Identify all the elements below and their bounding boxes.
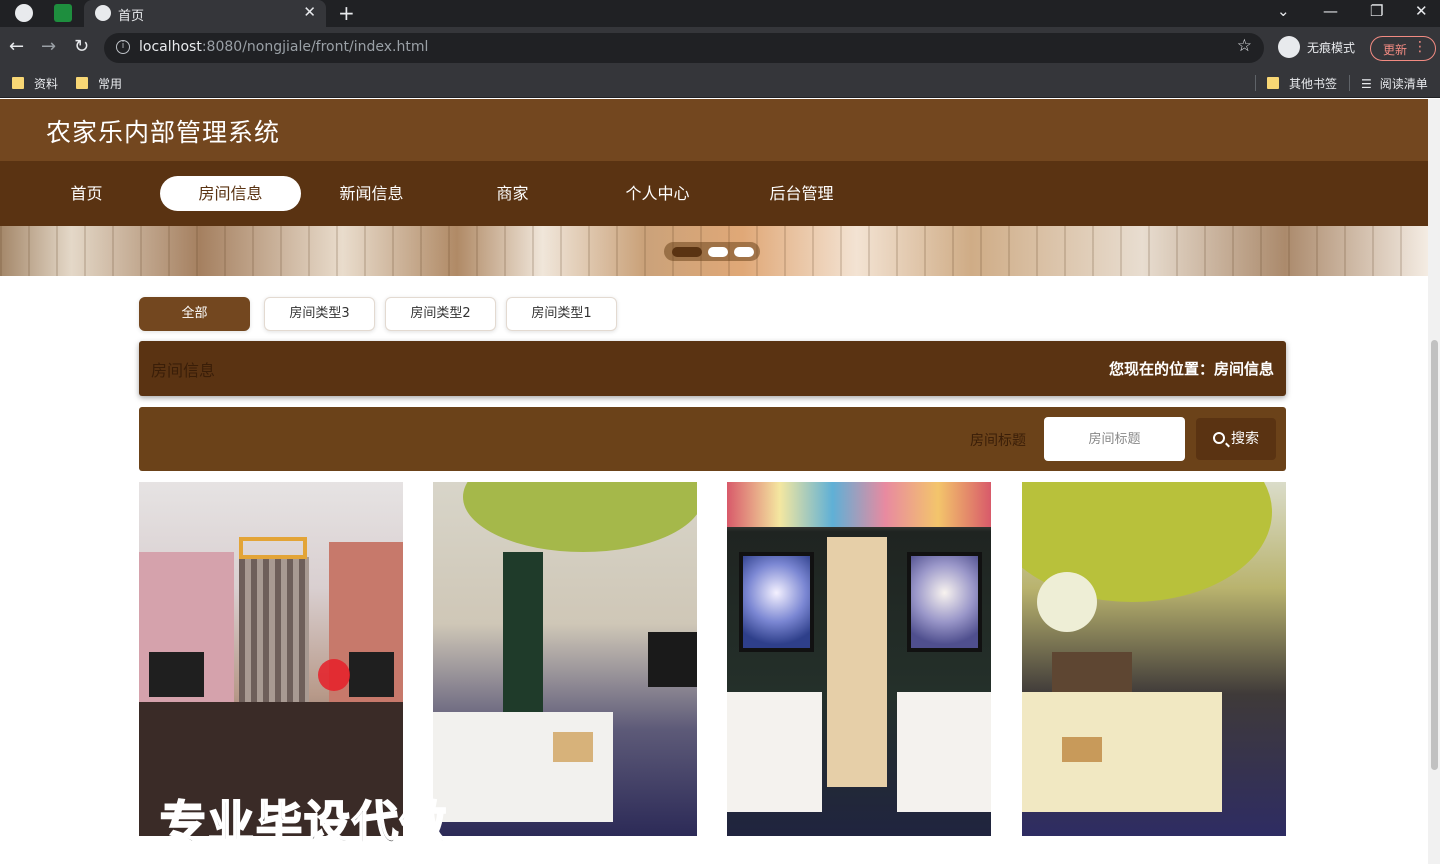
room-image-curtain bbox=[239, 557, 309, 717]
carousel-dot[interactable] bbox=[708, 247, 728, 257]
bookmark-folder[interactable]: 资料 bbox=[12, 75, 58, 92]
watermark-text: 专业毕设代做 bbox=[159, 795, 448, 851]
room-image-tv bbox=[648, 632, 697, 687]
bookmarks-bar: 资料 常用 其他书签 ☰ 阅读清单 bbox=[0, 69, 1440, 98]
main-nav: 首页 房间信息 新闻信息 商家 个人中心 后台管理 bbox=[0, 161, 1428, 226]
filter-type-3[interactable]: 房间类型3 bbox=[264, 297, 375, 331]
close-window-icon[interactable]: ✕ bbox=[1415, 2, 1428, 20]
back-icon[interactable]: ← bbox=[9, 36, 24, 57]
nav-rooms[interactable]: 房间信息 bbox=[160, 176, 301, 211]
room-card[interactable] bbox=[433, 482, 697, 836]
folder-icon bbox=[1267, 77, 1279, 89]
folder-icon bbox=[76, 77, 88, 89]
address-bar: ← → ↻ i localhost:8080/nongjiale/front/i… bbox=[0, 27, 1440, 69]
room-card[interactable] bbox=[727, 482, 991, 836]
scrollbar-thumb[interactable] bbox=[1431, 340, 1438, 770]
other-bookmarks[interactable]: 其他书签 bbox=[1267, 75, 1337, 92]
room-card[interactable] bbox=[139, 482, 403, 836]
site-info-icon[interactable]: i bbox=[116, 40, 130, 54]
current-location: 您现在的位置：房间信息 bbox=[1108, 360, 1274, 378]
nav-home[interactable]: 首页 bbox=[16, 176, 157, 211]
search-input[interactable] bbox=[1044, 417, 1185, 461]
breadcrumb: 房间信息 您现在的位置：房间信息 bbox=[139, 341, 1286, 396]
site-header: 农家乐内部管理系统 bbox=[0, 99, 1428, 161]
filter-all[interactable]: 全部 bbox=[139, 297, 250, 331]
incognito-label: 无痕模式 bbox=[1307, 41, 1356, 55]
room-image-bed-right bbox=[897, 692, 991, 812]
web-page: 农家乐内部管理系统 首页 房间信息 新闻信息 商家 个人中心 后台管理 全部 房… bbox=[0, 99, 1428, 864]
bookmark-label: 阅读清单 bbox=[1379, 77, 1428, 91]
bookmark-label: 其他书签 bbox=[1289, 77, 1338, 91]
search-label: 房间标题 bbox=[970, 433, 1026, 449]
section-title: 房间信息 bbox=[151, 361, 216, 380]
filter-type-1[interactable]: 房间类型1 bbox=[506, 297, 617, 331]
bookmark-divider bbox=[1349, 75, 1350, 91]
room-card[interactable] bbox=[1022, 482, 1286, 836]
reading-list[interactable]: ☰ 阅读清单 bbox=[1361, 75, 1428, 92]
room-image-bed bbox=[433, 712, 613, 822]
reading-list-icon: ☰ bbox=[1361, 77, 1372, 91]
bookmark-label: 常用 bbox=[98, 77, 123, 91]
menu-dots-icon: ⋮ bbox=[1413, 39, 1427, 55]
mouse-click-indicator bbox=[318, 659, 350, 691]
forward-icon[interactable]: → bbox=[41, 36, 56, 57]
folder-icon bbox=[12, 77, 24, 89]
browser-tab-active[interactable]: 首页 ✕ bbox=[84, 0, 326, 27]
url-path: :8080/nongjiale/front/index.html bbox=[201, 39, 429, 55]
app-tab-icon[interactable] bbox=[54, 4, 72, 22]
nav-news[interactable]: 新闻信息 bbox=[301, 176, 442, 211]
reload-icon[interactable]: ↻ bbox=[74, 36, 89, 57]
room-image-ceiling-floral bbox=[727, 482, 991, 527]
url-text[interactable]: localhost:8080/nongjiale/front/index.htm… bbox=[139, 39, 428, 55]
url-input[interactable]: i localhost:8080/nongjiale/front/index.h… bbox=[104, 33, 1264, 63]
tab-search-icon[interactable]: ⌄ bbox=[1277, 2, 1290, 20]
filter-type-2[interactable]: 房间类型2 bbox=[385, 297, 496, 331]
site-title: 农家乐内部管理系统 bbox=[46, 118, 281, 147]
new-tab-icon[interactable]: + bbox=[338, 1, 355, 25]
bookmark-label: 资料 bbox=[34, 77, 59, 91]
incognito-icon bbox=[1278, 36, 1300, 58]
bookmark-divider bbox=[1255, 75, 1256, 91]
bookmark-folder[interactable]: 常用 bbox=[76, 75, 122, 92]
search-button[interactable]: 搜索 bbox=[1196, 418, 1276, 460]
room-image-painting-left bbox=[739, 552, 814, 652]
carousel-dot[interactable] bbox=[672, 247, 702, 257]
tab-title: 首页 bbox=[118, 9, 145, 24]
nav-profile[interactable]: 个人中心 bbox=[587, 176, 728, 211]
room-image-tv-left bbox=[149, 652, 204, 697]
search-icon bbox=[1213, 432, 1225, 444]
browser-globe-icon[interactable] bbox=[15, 4, 33, 22]
browser-tab-strip: 首页 ✕ + ⌄ — ❐ ✕ bbox=[0, 0, 1440, 27]
url-host: localhost bbox=[139, 39, 202, 55]
room-image-table bbox=[553, 732, 593, 762]
minimize-icon[interactable]: — bbox=[1323, 2, 1338, 20]
carousel-dot[interactable] bbox=[734, 247, 754, 257]
update-label: 更新 bbox=[1383, 43, 1408, 57]
room-image-bed-left bbox=[727, 692, 822, 812]
search-button-label: 搜索 bbox=[1231, 431, 1259, 447]
room-image-wardrobe bbox=[827, 537, 887, 787]
room-image-painting-right bbox=[907, 552, 982, 652]
restore-icon[interactable]: ❐ bbox=[1370, 2, 1383, 20]
carousel-indicators bbox=[664, 242, 760, 261]
update-button[interactable]: 更新 ⋮ bbox=[1370, 36, 1436, 61]
room-image-lamp bbox=[239, 537, 307, 559]
room-image-flower-mural bbox=[1037, 572, 1097, 632]
close-tab-icon[interactable]: ✕ bbox=[303, 3, 316, 21]
tab-globe-icon bbox=[95, 5, 111, 21]
nav-merchants[interactable]: 商家 bbox=[442, 176, 583, 211]
room-image-bed bbox=[1022, 692, 1222, 812]
nav-admin[interactable]: 后台管理 bbox=[731, 176, 872, 211]
room-image-stool bbox=[1062, 737, 1102, 762]
bookmark-star-icon[interactable]: ☆ bbox=[1237, 36, 1252, 56]
room-image-tv-right bbox=[349, 652, 394, 697]
room-image-cabinet bbox=[503, 552, 543, 722]
search-panel: 房间标题 搜索 bbox=[139, 407, 1286, 471]
